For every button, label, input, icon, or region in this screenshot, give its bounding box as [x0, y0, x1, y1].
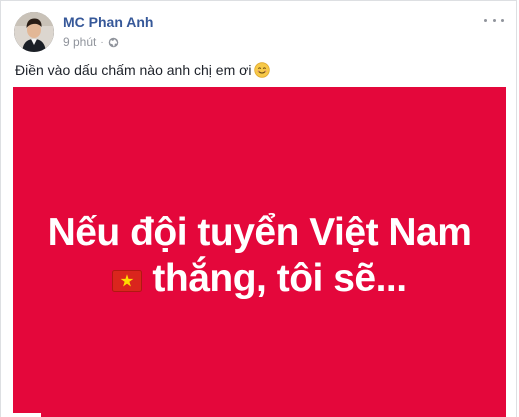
vietnam-flag-icon: [112, 270, 143, 292]
author-name[interactable]: MC Phan Anh: [63, 14, 153, 30]
ellipsis-icon[interactable]: [484, 13, 504, 27]
ellipsis-dot: [492, 18, 496, 22]
globe-icon[interactable]: [108, 37, 119, 48]
smiling-face-icon: [254, 62, 271, 78]
image-text-line-1: Nếu đội tuyển Việt Nam: [47, 211, 472, 254]
image-text-line-2-text: thắng, tôi sẽ...: [152, 257, 407, 300]
image-text-line-2: thắng, tôi sẽ...: [13, 257, 506, 301]
post-header: MC Phan Anh 9 phút ·: [11, 11, 506, 53]
post-meta: 9 phút ·: [63, 35, 119, 49]
post-image[interactable]: Nếu đội tuyển Việt Nam thắng, tôi sẽ...: [13, 87, 506, 417]
ellipsis-dot: [501, 18, 504, 22]
avatar-image: [14, 12, 54, 52]
post-card: MC Phan Anh 9 phút · Điền vào dấu chấm n…: [0, 0, 517, 417]
avatar[interactable]: [14, 12, 54, 52]
status-text: Điền vào dấu chấm nào anh chị em ơi: [15, 62, 252, 78]
post-status: Điền vào dấu chấm nào anh chị em ơi: [15, 62, 271, 78]
post-timestamp[interactable]: 9 phút: [63, 35, 96, 49]
meta-separator: ·: [100, 36, 104, 48]
ellipsis-dot: [484, 18, 487, 22]
divider: [1, 413, 41, 417]
